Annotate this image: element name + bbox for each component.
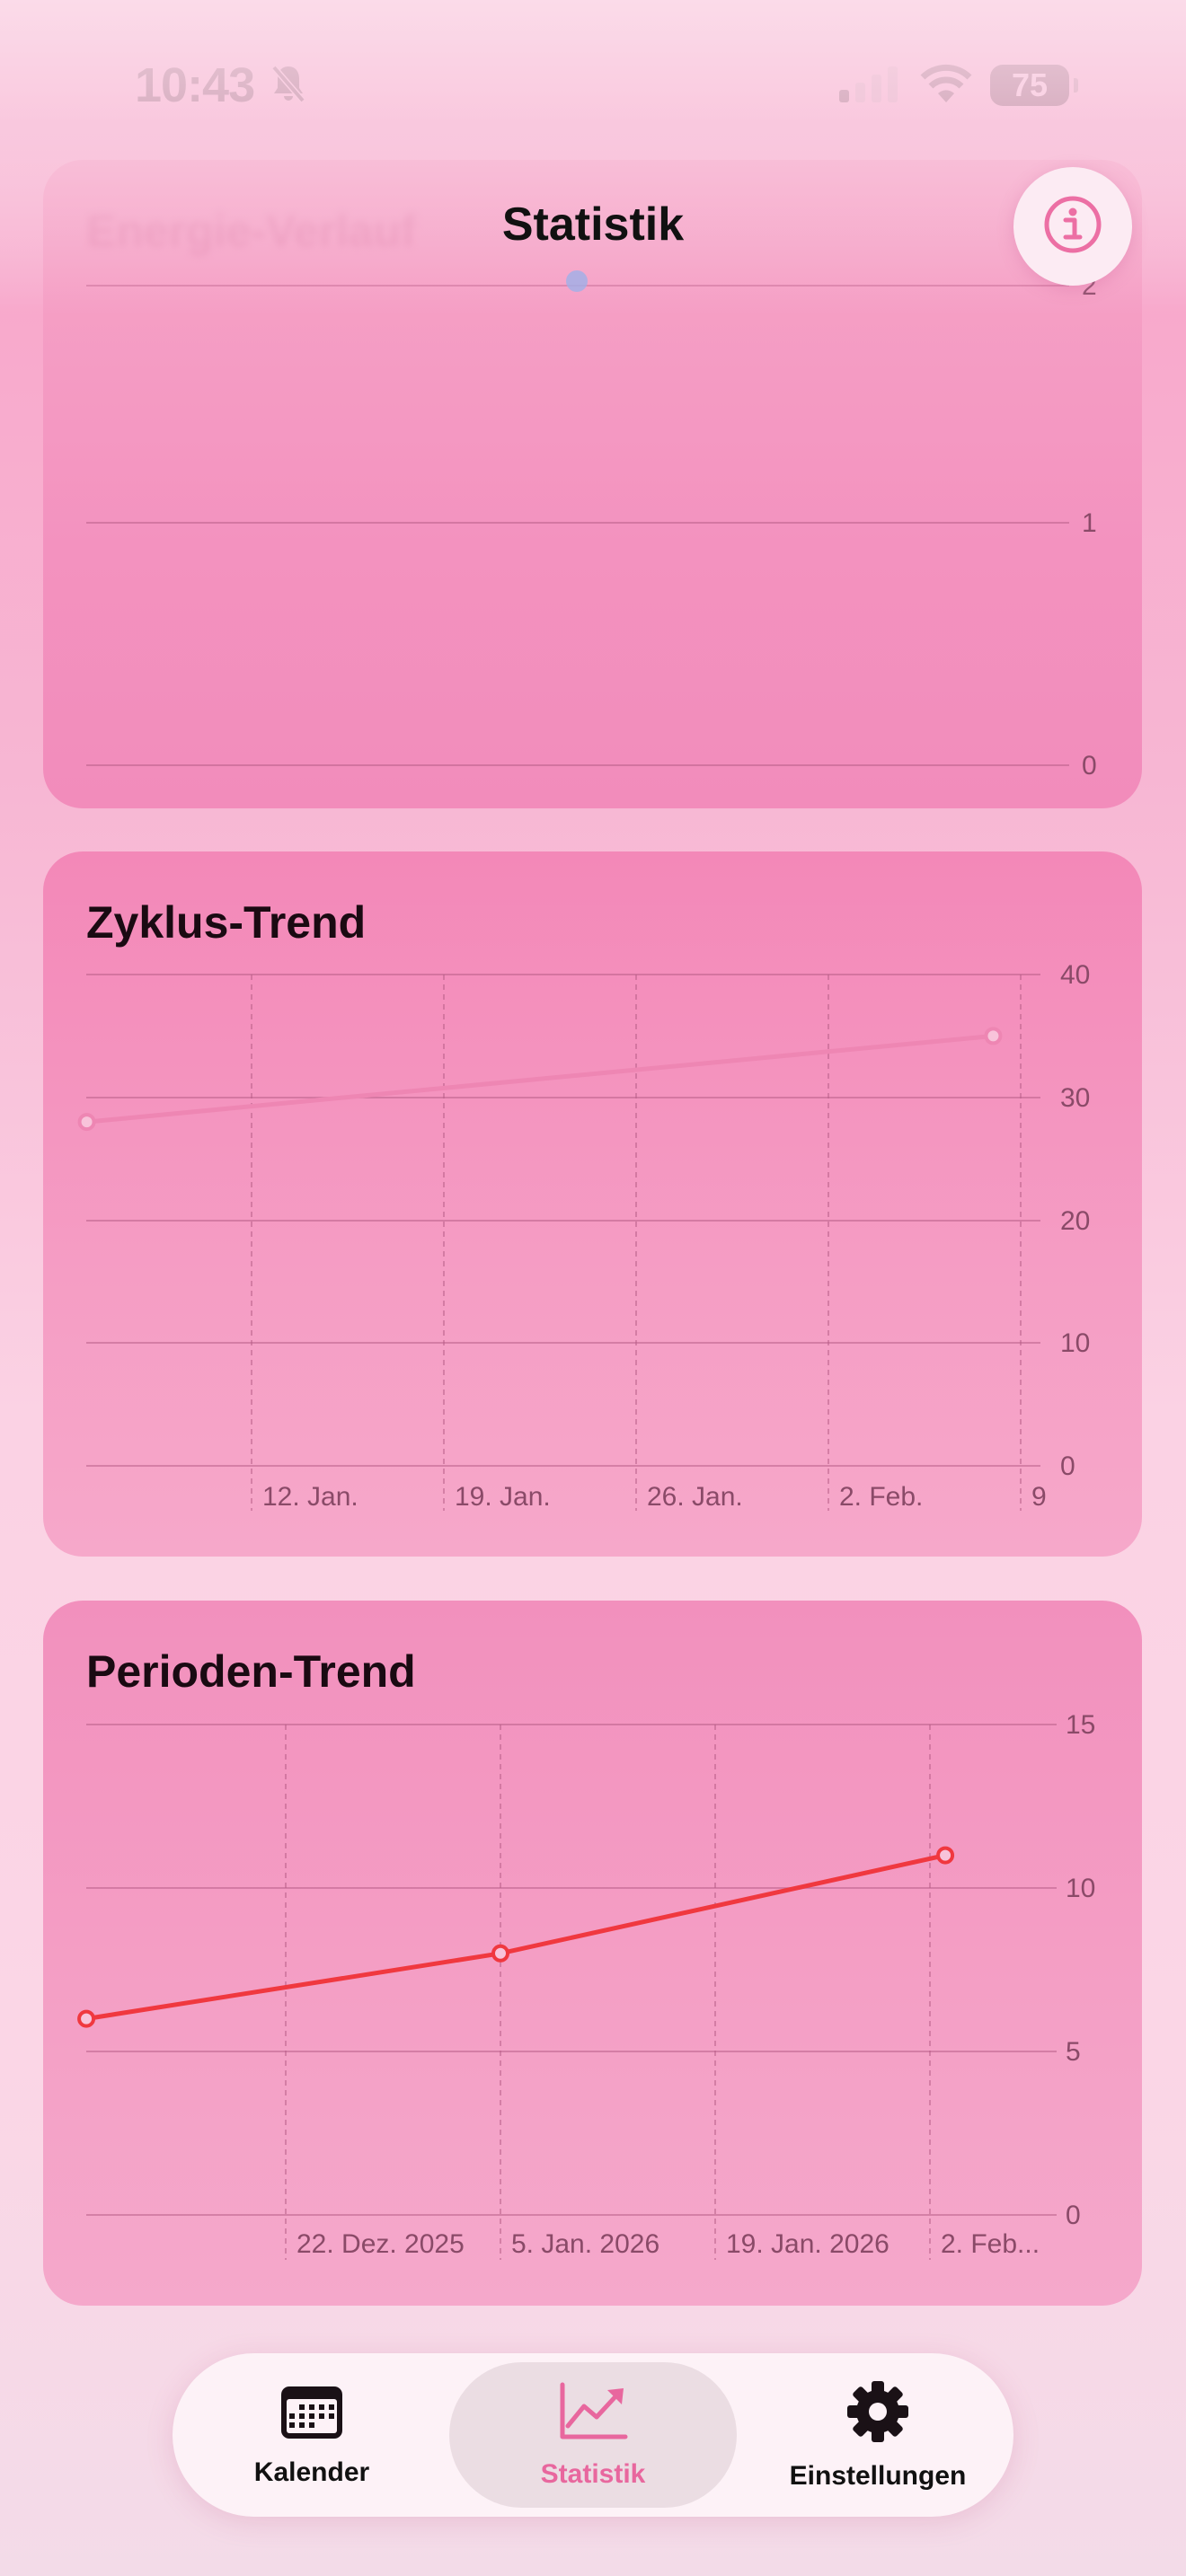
series-line bbox=[85, 1853, 946, 2022]
y-tick-label: 10 bbox=[1060, 1328, 1090, 1358]
status-time: 10:43 bbox=[135, 58, 255, 112]
status-bar: 10:43 75 bbox=[0, 0, 1186, 135]
x-tick-label: 19. Jan. 2026 bbox=[726, 2229, 890, 2259]
data-point bbox=[77, 2009, 96, 2028]
battery-indicator: 75 bbox=[990, 65, 1078, 106]
page-indicator-dot bbox=[566, 270, 588, 292]
x-tick-label: 2. Feb... bbox=[941, 2229, 1040, 2259]
calendar-icon bbox=[279, 2383, 344, 2445]
y-tick-label: 0 bbox=[1060, 1451, 1075, 1481]
tab-kalender[interactable]: Kalender bbox=[199, 2362, 424, 2508]
x-tick-label: 19. Jan. bbox=[455, 1482, 551, 1512]
y-tick-label: 30 bbox=[1060, 1083, 1090, 1113]
y-tick-label: 1 bbox=[1082, 508, 1097, 538]
y-tick-label: 20 bbox=[1060, 1206, 1090, 1236]
data-point bbox=[936, 1846, 955, 1865]
y-tick-label: 15 bbox=[1066, 1710, 1095, 1740]
bell-muted-icon bbox=[270, 63, 307, 109]
y-tick-label: 0 bbox=[1082, 751, 1097, 781]
tab-einstellungen[interactable]: Einstellungen bbox=[757, 2362, 999, 2508]
series-line bbox=[86, 1033, 994, 1125]
gear-icon bbox=[845, 2379, 910, 2448]
x-tick-label: 9 bbox=[1031, 1482, 1047, 1512]
period-trend-chart: 15 10 5 0 22. Dez. 2025 5. Jan. 2026 19.… bbox=[77, 1710, 1095, 2260]
x-tick-label: 5. Jan. 2026 bbox=[511, 2229, 659, 2259]
y-tick-label: 10 bbox=[1066, 1874, 1095, 1903]
x-tick-label: 12. Jan. bbox=[262, 1482, 358, 1512]
energy-chart-card: Energie-Verlauf 2 1 0 bbox=[43, 160, 1142, 808]
info-icon bbox=[1040, 192, 1105, 261]
info-button[interactable] bbox=[1013, 167, 1132, 286]
tab-label: Einstellungen bbox=[789, 2460, 967, 2491]
page-title: Statistik bbox=[501, 198, 685, 251]
data-point bbox=[77, 1113, 96, 1132]
tab-label: Statistik bbox=[540, 2458, 646, 2489]
data-point bbox=[491, 1944, 509, 1963]
tab-bar: Kalender Statistik Einstellungen bbox=[173, 2353, 1013, 2517]
tab-label: Kalender bbox=[253, 2457, 370, 2487]
chart-icon bbox=[557, 2381, 629, 2447]
y-tick-label: 40 bbox=[1060, 960, 1090, 990]
x-tick-label: 22. Dez. 2025 bbox=[296, 2229, 465, 2259]
data-point bbox=[984, 1027, 1003, 1045]
y-tick-label: 5 bbox=[1066, 2037, 1081, 2067]
x-tick-label: 26. Jan. bbox=[647, 1482, 743, 1512]
wifi-icon bbox=[918, 63, 974, 109]
cycle-trend-chart: 40 30 20 10 0 12. Jan. 19. Jan. 26. Jan.… bbox=[77, 960, 1090, 1512]
energy-chart: 2 1 0 bbox=[86, 271, 1097, 781]
x-tick-label: 2. Feb. bbox=[839, 1482, 923, 1512]
period-trend-card: Perioden-Trend 15 10 5 0 22. Dez. 2025 5… bbox=[43, 1601, 1142, 2306]
tab-statistik[interactable]: Statistik bbox=[449, 2362, 737, 2508]
cellular-signal-icon bbox=[839, 66, 900, 107]
cycle-trend-card: Zyklus-Trend 40 30 20 10 0 12. Jan. 19. … bbox=[43, 851, 1142, 1557]
y-tick-label: 0 bbox=[1066, 2201, 1081, 2230]
